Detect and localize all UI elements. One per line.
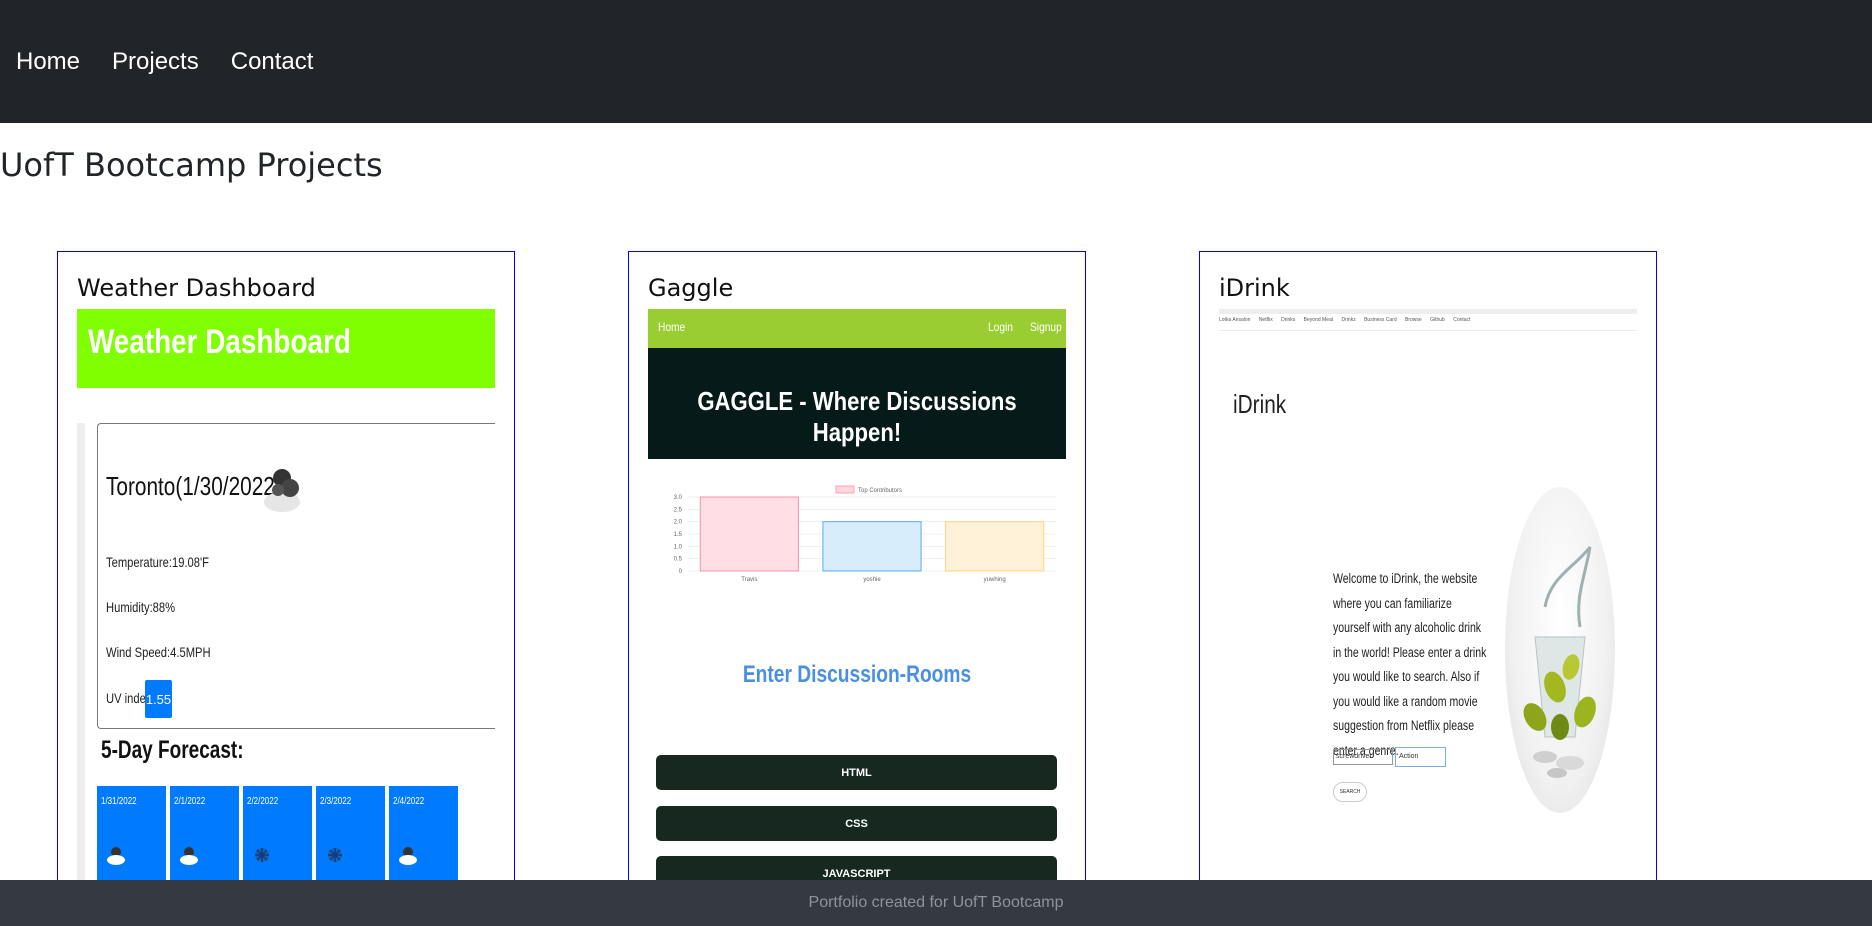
idrink-genre-select: Action: [1395, 747, 1446, 767]
forecast-date: 2/2/2022: [247, 796, 279, 807]
idrink-drink-image: [1505, 487, 1615, 813]
weather-screenshot[interactable]: Weather Dashboard Toronto(1/30/2022) Tem…: [77, 309, 495, 890]
idrink-nav-item: Netflix: [1258, 317, 1273, 323]
nav-contact-link[interactable]: Contact: [231, 48, 314, 76]
weather-sidebar: [77, 423, 85, 890]
snow-icon: [328, 848, 342, 862]
forecast-date: 2/1/2022: [174, 796, 206, 807]
forecast-day: 2/4/2022: [389, 786, 458, 890]
project-card-weather[interactable]: Weather Dashboard Weather Dashboard Toro…: [57, 251, 515, 891]
idrink-navbar: Lotka Ansalon Netflix Drinks Beyond Meat…: [1219, 317, 1637, 331]
project-card-gaggle[interactable]: Gaggle Home Login Signup GAGGLE - Where …: [628, 251, 1086, 891]
chart-y-tick: 2.5: [674, 507, 683, 513]
idrink-screenshot[interactable]: Lotka Ansalon Netflix Drinks Beyond Meat…: [1219, 309, 1637, 890]
weather-wind: Wind Speed:4.5MPH: [106, 644, 211, 660]
idrink-intro-text: Welcome to iDrink, the website where you…: [1333, 571, 1487, 758]
idrink-nav-item: Contact: [1453, 317, 1471, 323]
forecast-day: 2/3/2022: [316, 786, 385, 890]
cloud-icon: [180, 847, 198, 865]
gaggle-hero-title: GAGGLE - Where Discussions Happen!: [697, 386, 1017, 447]
idrink-title: iDrink: [1233, 389, 1287, 419]
gaggle-nav-login: Login: [988, 320, 1013, 334]
idrink-search-input: screwdriver: [1333, 749, 1393, 765]
idrink-search-button: SEARCH: [1333, 782, 1367, 802]
footer: Portfolio created for UofT Bootcamp: [0, 880, 1872, 926]
page-title: UofT Bootcamp Projects: [0, 146, 383, 184]
footer-text: Portfolio created for UofT Bootcamp: [808, 894, 1064, 911]
weather-banner: Weather Dashboard: [77, 309, 495, 388]
cloud-icon: [107, 847, 125, 865]
forecast-date: 1/31/2022: [101, 796, 137, 807]
weather-temperature: Temperature:19.08'F: [106, 554, 209, 570]
idrink-nav-item: Lotka Ansalon: [1219, 317, 1251, 323]
chart-y-tick: 3.0: [674, 495, 683, 501]
forecast-date: 2/3/2022: [320, 796, 352, 807]
weather-city: Toronto(1/30/2022): [106, 471, 282, 501]
project-title-idrink[interactable]: iDrink: [1219, 274, 1290, 302]
weather-today-panel: Toronto(1/30/2022) Temperature:19.08'F H…: [97, 423, 495, 729]
gaggle-html-button: HTML: [656, 755, 1057, 790]
gaggle-screenshot[interactable]: Home Login Signup GAGGLE - Where Discuss…: [648, 309, 1066, 890]
nav-projects-link[interactable]: Projects: [112, 48, 199, 76]
gaggle-css-button: CSS: [656, 806, 1057, 841]
idrink-nav-item: Github: [1430, 317, 1445, 323]
gaggle-legend-swatch: [835, 485, 855, 494]
forecast-title: 5-Day Forecast:: [101, 736, 244, 764]
gaggle-legend-label: Top Contributors: [858, 488, 902, 494]
snow-icon: [255, 848, 269, 862]
idrink-nav-item: Drinks: [1281, 317, 1296, 323]
forecast-day: 1/31/2022: [97, 786, 166, 890]
top-navbar: Home Projects Contact: [0, 0, 1872, 123]
idrink-nav-item: Browse: [1405, 317, 1422, 323]
drink-splash-icon: [1523, 546, 1596, 778]
idrink-topbar: [1219, 309, 1637, 314]
gaggle-hero: GAGGLE - Where Discussions Happen!: [648, 348, 1066, 459]
weather-uv-badge: 1.55: [145, 680, 172, 718]
chart-bar: [699, 496, 799, 572]
cloud-icon: [399, 847, 417, 865]
weather-humidity: Humidity:88%: [106, 599, 176, 615]
forecast-day: 2/1/2022: [170, 786, 239, 890]
chart-y-tick: 0.5: [674, 557, 683, 563]
nav-home-link[interactable]: Home: [16, 48, 80, 76]
project-card-idrink[interactable]: iDrink Lotka Ansalon Netflix Drinks Beyo…: [1199, 251, 1657, 891]
gaggle-navbar: Home Login Signup: [648, 309, 1066, 348]
idrink-nav-item: Drinkz: [1341, 317, 1356, 323]
chart-y-tick: 1.0: [674, 544, 683, 550]
chart-bar: [822, 521, 922, 572]
chart-x-label: yoshie: [863, 577, 881, 583]
weather-banner-title: Weather Dashboard: [88, 323, 351, 361]
gaggle-bar-chart: Top Contributors 3.0 2.5 2.0 1.5 1.0 0.5 0 Trav…: [674, 485, 1056, 583]
gaggle-nav-signup: Signup: [1030, 320, 1062, 334]
idrink-nav-item: Beyond Meat: [1303, 317, 1334, 323]
chart-y-tick: 1.5: [674, 532, 683, 538]
idrink-nav-item: Business Card: [1364, 317, 1397, 323]
cloud-icon: [264, 469, 300, 512]
chart-y-tick: 2.0: [674, 520, 683, 526]
chart-x-label: Travis: [741, 577, 757, 583]
gaggle-nav-home: Home: [658, 320, 686, 334]
project-title-weather[interactable]: Weather Dashboard: [77, 274, 316, 302]
gaggle-enter-heading: Enter Discussion-Rooms: [742, 661, 972, 688]
chart-bar: [945, 521, 1045, 572]
forecast-date: 2/4/2022: [393, 796, 425, 807]
forecast-day: 2/2/2022: [243, 786, 312, 890]
chart-x-label: yuwhing: [984, 577, 1006, 583]
chart-y-tick: 0: [679, 569, 683, 575]
project-title-gaggle[interactable]: Gaggle: [648, 274, 733, 302]
